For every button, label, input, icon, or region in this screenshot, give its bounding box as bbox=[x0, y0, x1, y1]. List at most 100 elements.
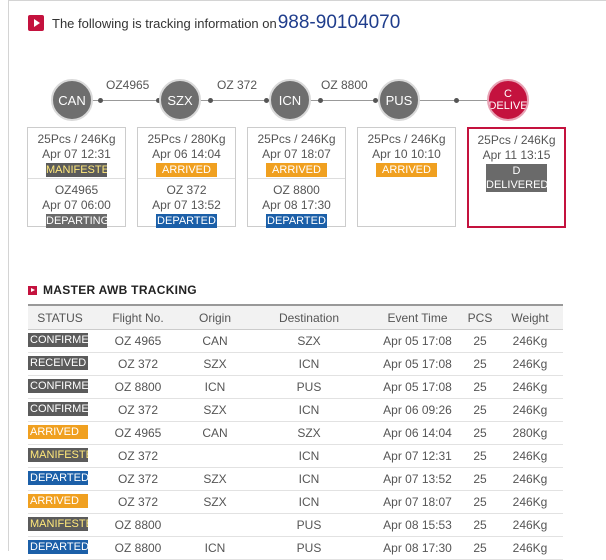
pcs-cell: 25 bbox=[463, 490, 497, 514]
weight-cell: 246Kg bbox=[497, 444, 563, 468]
flight-cell: OZ 372 bbox=[92, 398, 184, 422]
flight-label: OZ4965 bbox=[103, 78, 153, 92]
origin-cell: SZX bbox=[184, 352, 246, 376]
origin-cell: SZX bbox=[184, 467, 246, 491]
header-text: The following is tracking information on bbox=[52, 15, 277, 31]
table-row: ARRIVED OZ 4965 CAN SZX Apr 06 14:04 25 280Kg bbox=[28, 421, 563, 445]
destination-cell: ICN bbox=[246, 352, 372, 376]
destination-cell: PUS bbox=[246, 375, 372, 399]
destination-cell: SZX bbox=[246, 329, 372, 353]
route-node-current[interactable]: C DELIVE bbox=[487, 79, 529, 121]
destination-cell: ICN bbox=[246, 398, 372, 422]
status-cell: MANIFESTED bbox=[28, 444, 92, 468]
route-card-can: 25Pcs / 246Kg Apr 07 12:31 MANIFESTED OZ… bbox=[27, 127, 126, 228]
status-badge: CONFIRMED bbox=[28, 378, 88, 393]
weight-cell: 280Kg bbox=[497, 421, 563, 445]
flight-cell: OZ 372 bbox=[92, 490, 184, 514]
destination-cell: PUS bbox=[246, 513, 372, 537]
pcs-cell: 25 bbox=[463, 513, 497, 537]
table-row: RECEIVED OZ 372 SZX ICN Apr 05 17:08 25 246Kg bbox=[28, 352, 563, 376]
col-weight: Weight bbox=[497, 304, 563, 330]
event-time-cell: Apr 06 14:04 bbox=[372, 421, 463, 445]
master-awb-heading: MASTER AWB TRACKING bbox=[28, 283, 197, 297]
weight-cell: 246Kg bbox=[497, 352, 563, 376]
destination-cell: SZX bbox=[246, 421, 372, 445]
col-origin: Origin bbox=[184, 304, 246, 330]
table-row: DEPARTED OZ 8800 ICN PUS Apr 08 17:30 25 246Kg bbox=[28, 536, 563, 560]
flight-cell: OZ 4965 bbox=[92, 329, 184, 353]
event-time-cell: Apr 05 17:08 bbox=[372, 329, 463, 353]
card-date: Apr 11 13:15 bbox=[482, 148, 551, 162]
col-flight: Flight No. bbox=[92, 304, 184, 330]
pcs-cell: 25 bbox=[463, 398, 497, 422]
flight-cell: OZ 8800 bbox=[92, 536, 184, 560]
flight-cell: OZ 4965 bbox=[92, 421, 184, 445]
card-pcs: 25Pcs / 246Kg bbox=[37, 132, 116, 146]
pcs-cell: 25 bbox=[463, 352, 497, 376]
table-row: MANIFESTED OZ 372 ICNApr 07 12:3125246Kg bbox=[28, 444, 563, 468]
card-date: Apr 07 06:00 bbox=[42, 198, 111, 212]
event-time-cell: Apr 05 17:08 bbox=[372, 352, 463, 376]
tracking-header: The following is tracking information on… bbox=[28, 12, 400, 34]
card-pcs: 25Pcs / 280Kg bbox=[147, 132, 226, 146]
route-node-pus[interactable]: PUS bbox=[378, 79, 420, 121]
status-badge: CONFIRMED bbox=[28, 332, 88, 347]
card-flight: OZ 8800 bbox=[273, 183, 320, 197]
status-badge: DEPARTING bbox=[46, 214, 107, 228]
route-dot bbox=[208, 98, 213, 103]
node-code: CAN bbox=[58, 92, 86, 108]
card-pcs: 25Pcs / 246Kg bbox=[477, 133, 556, 147]
event-time-cell: Apr 07 13:52 bbox=[372, 467, 463, 491]
event-time-cell: Apr 07 18:07 bbox=[372, 490, 463, 514]
origin-cell: SZX bbox=[184, 398, 246, 422]
status-line: DELIVERED bbox=[486, 179, 547, 191]
event-time-cell: Apr 07 12:31 bbox=[372, 444, 463, 468]
status-badge: CONFIRMED bbox=[28, 401, 88, 416]
status-badge: D DELIVERED bbox=[486, 164, 547, 192]
status-badge: ARRIVED bbox=[266, 163, 327, 177]
pcs-cell: 25 bbox=[463, 467, 497, 491]
pcs-cell: 25 bbox=[463, 536, 497, 560]
destination-cell: ICN bbox=[246, 490, 372, 514]
status-cell: DEPARTED bbox=[28, 467, 92, 491]
event-time-cell: Apr 08 15:53 bbox=[372, 513, 463, 537]
table-row: CONFIRMED OZ 372SZXICNApr 06 09:2625246Kg bbox=[28, 398, 563, 422]
weight-cell: 246Kg bbox=[497, 467, 563, 491]
table-row: CONFIRMED OZ 4965CANSZXApr 05 17:0825246K… bbox=[28, 329, 563, 353]
status-badge: ARRIVED bbox=[376, 163, 437, 177]
table-row: MANIFESTED OZ 8800 PUSApr 08 15:5325246Kg bbox=[28, 513, 563, 537]
col-event-time: Event Time bbox=[372, 304, 463, 330]
status-line: D bbox=[512, 165, 521, 177]
status-cell: ARRIVED bbox=[28, 490, 92, 514]
status-badge: MANIFESTED bbox=[46, 163, 107, 177]
card-date: Apr 07 13:52 bbox=[152, 198, 221, 212]
card-date: Apr 10 10:10 bbox=[372, 147, 441, 161]
status-badge: DEPARTED bbox=[156, 214, 217, 228]
route-node-can[interactable]: CAN bbox=[51, 79, 93, 121]
status-badge: RECEIVED bbox=[28, 355, 88, 370]
weight-cell: 246Kg bbox=[497, 398, 563, 422]
route-dot bbox=[454, 98, 459, 103]
status-cell: CONFIRMED bbox=[28, 375, 92, 399]
route-node-szx[interactable]: SZX bbox=[159, 79, 201, 121]
col-status: STATUS bbox=[28, 304, 92, 330]
section-title: MASTER AWB TRACKING bbox=[43, 283, 197, 297]
table-header-row: STATUS Flight No. Origin Destination Eve… bbox=[28, 304, 563, 330]
route-node-icn[interactable]: ICN bbox=[269, 79, 311, 121]
awb-number: 988-90104070 bbox=[277, 12, 401, 33]
status-cell: ARRIVED bbox=[28, 421, 92, 445]
status-badge: ARRIVED bbox=[28, 424, 88, 439]
route-dot bbox=[98, 98, 103, 103]
weight-cell: 246Kg bbox=[497, 513, 563, 537]
flight-label: OZ 8800 bbox=[318, 78, 371, 92]
destination-cell: ICN bbox=[246, 467, 372, 491]
origin-cell: SZX bbox=[184, 490, 246, 514]
route-card-pus: 25Pcs / 246Kg Apr 10 10:10 ARRIVED bbox=[357, 127, 456, 227]
origin-cell: CAN bbox=[184, 329, 246, 353]
pcs-cell: 25 bbox=[463, 375, 497, 399]
pcs-cell: 25 bbox=[463, 444, 497, 468]
origin-cell: ICN bbox=[184, 375, 246, 399]
play-arrow-icon bbox=[28, 15, 44, 31]
weight-cell: 246Kg bbox=[497, 490, 563, 514]
card-flight: OZ 372 bbox=[166, 183, 207, 197]
